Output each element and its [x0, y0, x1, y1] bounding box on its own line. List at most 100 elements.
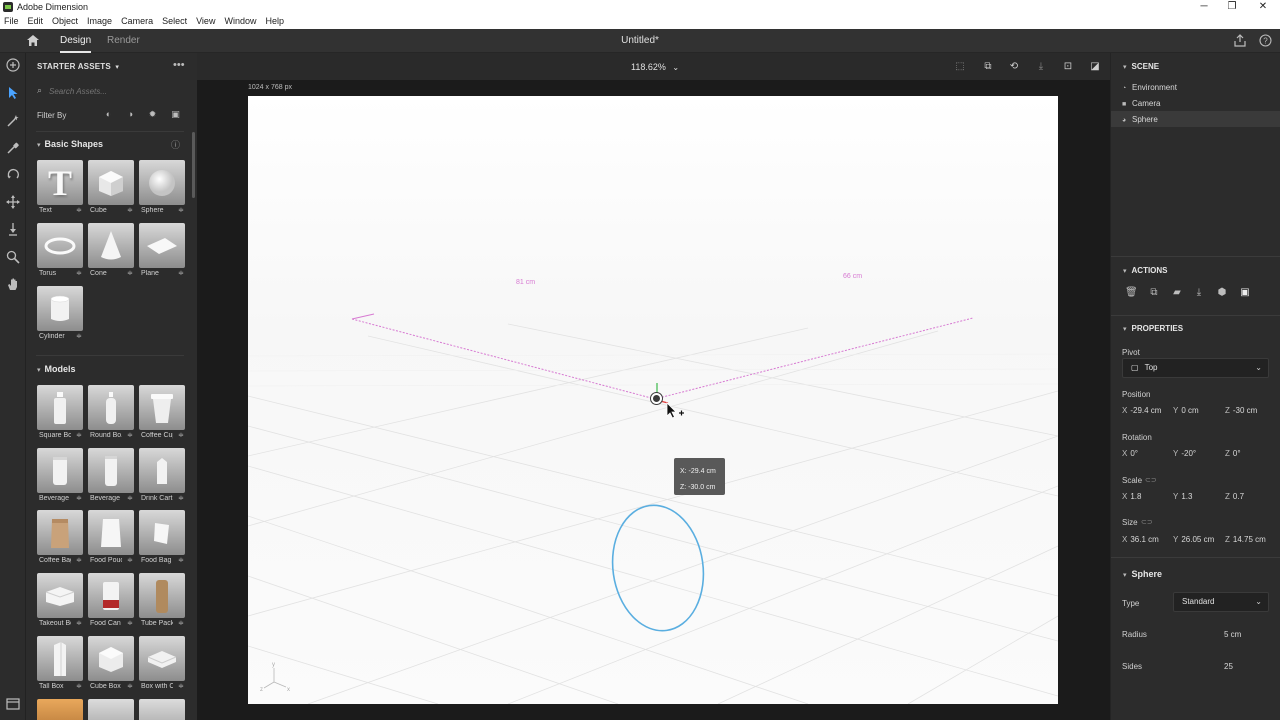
options-icon[interactable]: ≑: [127, 269, 133, 277]
asset-tile-torus[interactable]: Torus ≑: [37, 223, 83, 279]
options-icon[interactable]: ≑: [178, 619, 184, 627]
options-icon[interactable]: ≑: [76, 332, 82, 340]
asset-tile-model[interactable]: Box with O... ≑: [139, 636, 185, 692]
scale-y-field[interactable]: Y 1.3: [1173, 492, 1192, 501]
options-icon[interactable]: ≑: [178, 269, 184, 277]
asset-tile-model[interactable]: Tube Pack... ≑: [139, 573, 185, 629]
tab-render[interactable]: Render: [107, 29, 140, 53]
zoom-dropdown[interactable]: 118.62% ⌄: [631, 62, 679, 72]
menu-object[interactable]: Object: [48, 15, 83, 29]
menu-help[interactable]: Help: [261, 15, 289, 29]
options-icon[interactable]: ≑: [76, 682, 82, 690]
link-icon[interactable]: ⊂⊃: [1141, 518, 1153, 526]
sphere-type-dropdown[interactable]: Standard ⌄: [1173, 592, 1269, 612]
zoom-icon[interactable]: [5, 250, 21, 266]
orbit-camera-icon[interactable]: ⟲: [1007, 60, 1021, 74]
options-icon[interactable]: ≑: [178, 494, 184, 502]
asset-tile-model[interactable]: Food Pouch ≑: [88, 510, 134, 566]
asset-tile-model[interactable]: Takeout Box ≑: [37, 573, 83, 629]
panel-toggle-icon[interactable]: [5, 698, 21, 714]
scale-z-field[interactable]: Z 0.7: [1225, 492, 1244, 501]
options-icon[interactable]: ≑: [178, 556, 184, 564]
menu-select[interactable]: Select: [158, 15, 192, 29]
asset-tile-cube[interactable]: Cube ≑: [88, 160, 134, 216]
menu-window[interactable]: Window: [220, 15, 261, 29]
eyedropper-icon[interactable]: [5, 141, 21, 157]
asset-tile-model[interactable]: Drink Cart... ≑: [139, 448, 185, 504]
options-icon[interactable]: ≑: [127, 206, 133, 214]
options-icon[interactable]: ≑: [127, 556, 133, 564]
asset-tile-plane[interactable]: Plane ≑: [139, 223, 185, 279]
pivot-handle[interactable]: [651, 393, 662, 404]
close-button[interactable]: ✕: [1247, 0, 1279, 15]
options-icon[interactable]: ≑: [178, 431, 184, 439]
position-y-field[interactable]: Y0 cm: [1173, 406, 1199, 415]
edit-material-icon[interactable]: ▣: [1239, 287, 1251, 299]
asset-tile-model[interactable]: Cube Box ≑: [88, 636, 134, 692]
scene-item-environment[interactable]: ◔ Environment: [1122, 83, 1177, 92]
asset-tile-text[interactable]: T Text ≑: [37, 160, 83, 216]
menu-edit[interactable]: Edit: [24, 15, 49, 29]
delete-icon[interactable]: 🗑: [1125, 287, 1138, 299]
pan-icon[interactable]: [5, 195, 21, 211]
options-icon[interactable]: ≑: [127, 619, 133, 627]
rotation-x-field[interactable]: X 0°: [1122, 449, 1138, 458]
fit-selection-icon[interactable]: ⧉: [981, 60, 995, 74]
position-x-field[interactable]: X -29.4 cm: [1122, 406, 1161, 415]
render-preview-icon[interactable]: ◪: [1088, 60, 1102, 74]
sphere-section-header[interactable]: ▾ Sphere: [1123, 569, 1162, 579]
transform-icon[interactable]: ⬢: [1216, 287, 1228, 299]
options-icon[interactable]: ≑: [76, 619, 82, 627]
basic-shapes-section-header[interactable]: ▾ Basic Shapes: [37, 139, 103, 149]
menu-camera[interactable]: Camera: [117, 15, 158, 29]
help-icon[interactable]: ?: [1259, 34, 1272, 52]
orbit-icon[interactable]: [5, 168, 21, 184]
options-icon[interactable]: ≑: [127, 494, 133, 502]
sides-field[interactable]: 25: [1224, 662, 1233, 671]
asset-tile-partial[interactable]: [88, 699, 134, 720]
search-input[interactable]: [49, 83, 179, 99]
options-icon[interactable]: ≑: [76, 556, 82, 564]
position-z-field[interactable]: Z -30 cm: [1225, 406, 1257, 415]
options-icon[interactable]: ≑: [178, 206, 184, 214]
size-y-field[interactable]: Y 26.05 cm: [1173, 535, 1214, 544]
filter-images-icon[interactable]: ▣: [170, 109, 181, 120]
asset-tile-model[interactable]: Coffee Cup ≑: [139, 385, 185, 441]
menu-image[interactable]: Image: [83, 15, 117, 29]
asset-tile-model[interactable]: Food Can ≑: [88, 573, 134, 629]
starter-assets-dropdown[interactable]: STARTER ASSETS ▾: [37, 62, 119, 71]
share-icon[interactable]: [1234, 34, 1246, 52]
radius-field[interactable]: 5 cm: [1224, 630, 1241, 639]
asset-tile-cone[interactable]: Cone ≑: [88, 223, 134, 279]
magic-wand-icon[interactable]: [5, 114, 21, 130]
dolly-icon[interactable]: [5, 222, 21, 238]
asset-tile-model[interactable]: Square Bo... ≑: [37, 385, 83, 441]
options-icon[interactable]: ≑: [127, 682, 133, 690]
options-icon[interactable]: ≑: [76, 269, 82, 277]
drop-to-ground-icon[interactable]: ⤓: [1034, 60, 1048, 74]
asset-tile-model[interactable]: Food Bag ≑: [139, 510, 185, 566]
options-icon[interactable]: ≑: [127, 431, 133, 439]
asset-tile-model[interactable]: Tall Box ≑: [37, 636, 83, 692]
actions-section-header[interactable]: ▾ ACTIONS: [1123, 266, 1168, 275]
filter-models-icon[interactable]: ◐: [103, 109, 114, 120]
options-icon[interactable]: ≑: [76, 431, 82, 439]
rotation-z-field[interactable]: Z 0°: [1225, 449, 1241, 458]
select-icon[interactable]: [5, 86, 21, 102]
asset-tile-partial[interactable]: [139, 699, 185, 720]
scene-canvas[interactable]: 81 cm 66 cm X: -29.4 cm Z: -30.0 cm y z …: [248, 96, 1058, 704]
asset-search[interactable]: ⌕: [33, 83, 183, 99]
menu-view[interactable]: View: [192, 15, 220, 29]
asset-tile-sphere[interactable]: Sphere ≑: [139, 160, 185, 216]
info-icon[interactable]: ⓘ: [171, 138, 180, 151]
drop-to-ground-icon[interactable]: ⤓: [1193, 287, 1205, 299]
duplicate-icon[interactable]: ⧉: [1148, 287, 1160, 299]
asset-tile-model[interactable]: Beverage ... ≑: [37, 448, 83, 504]
asset-tile-model[interactable]: Round Bo... ≑: [88, 385, 134, 441]
asset-tile-model[interactable]: Beverage ... ≑: [88, 448, 134, 504]
tab-design[interactable]: Design: [60, 29, 92, 53]
scene-section-header[interactable]: ▾ SCENE: [1123, 62, 1159, 71]
rotation-y-field[interactable]: Y -20°: [1173, 449, 1196, 458]
filter-materials-icon[interactable]: ◑: [125, 109, 136, 120]
scene-item-sphere[interactable]: ◕ Sphere: [1122, 115, 1158, 124]
